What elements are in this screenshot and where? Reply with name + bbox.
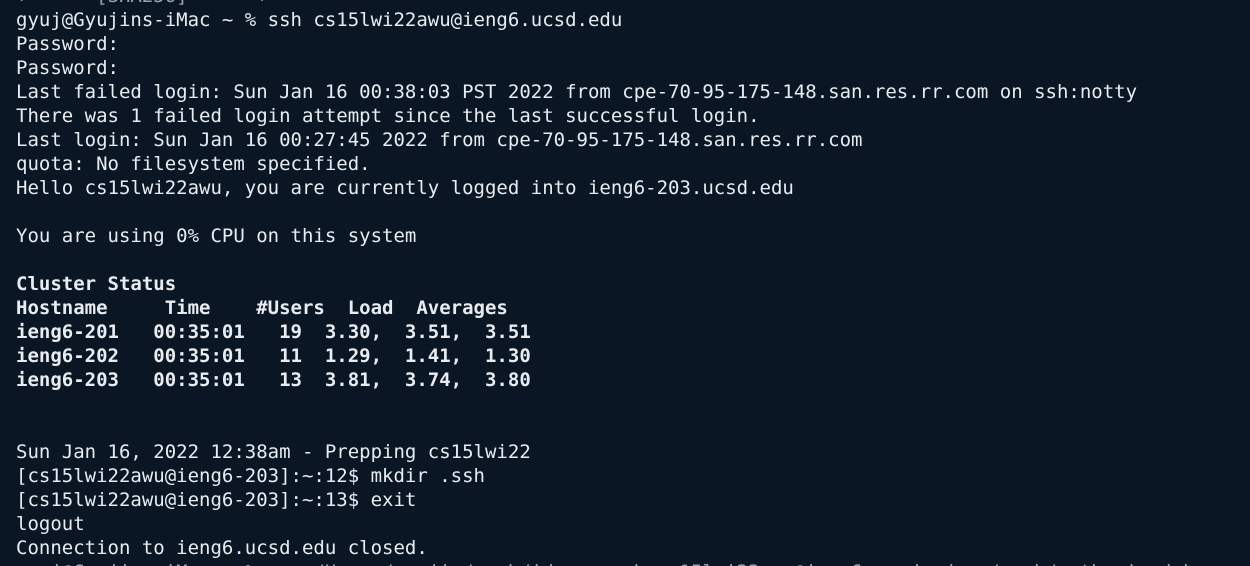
terminal-line: Password: — [16, 33, 119, 55]
terminal-line: quota: No filesystem specified. — [16, 153, 371, 175]
terminal-line: [cs15lwi22awu@ieng6-203]:~:12$ mkdir .ss… — [16, 465, 485, 487]
terminal-line: Hostname Time #Users Load Averages — [16, 297, 508, 319]
terminal-line: You are using 0% CPU on this system — [16, 225, 417, 247]
terminal-line: ieng6-201 00:35:01 19 3.30, 3.51, 3.51 — [16, 321, 531, 343]
terminal-line: Hello cs15lwi22awu, you are currently lo… — [16, 177, 794, 199]
terminal-line: [cs15lwi22awu@ieng6-203]:~:13$ exit — [16, 489, 417, 511]
terminal-line: Last failed login: Sun Jan 16 00:38:03 P… — [16, 81, 1138, 103]
terminal-output: + [SHA256] +gyuj@Gyujins-iMac ~ % ssh cs… — [16, 0, 1229, 566]
terminal-line: gyuj@Gyujins-iMac ~ % ssh cs15lwi22awu@i… — [16, 9, 623, 31]
terminal-line: There was 1 failed login attempt since t… — [16, 105, 760, 127]
terminal-line: Connection to ieng6.ucsd.edu closed. — [16, 537, 428, 559]
terminal-line: Password: — [16, 57, 119, 79]
terminal-line: logout — [16, 513, 85, 535]
terminal-line: ieng6-203 00:35:01 13 3.81, 3.74, 3.80 — [16, 369, 531, 391]
terminal-line: Sun Jan 16, 2022 12:38am - Prepping cs15… — [16, 441, 531, 463]
terminal-line: gyuj@Gyujins-iMac ~ % scp /Users/gyujin/… — [16, 560, 1229, 566]
terminal-window[interactable]: + [SHA256] +gyuj@Gyujins-iMac ~ % ssh cs… — [0, 0, 1250, 566]
terminal-line: Cluster Status — [16, 273, 177, 295]
terminal-line: ieng6-202 00:35:01 11 1.29, 1.41, 1.30 — [16, 345, 531, 367]
terminal-line: + [SHA256] + — [16, 0, 1229, 8]
terminal-line: Last login: Sun Jan 16 00:27:45 2022 fro… — [16, 129, 863, 151]
